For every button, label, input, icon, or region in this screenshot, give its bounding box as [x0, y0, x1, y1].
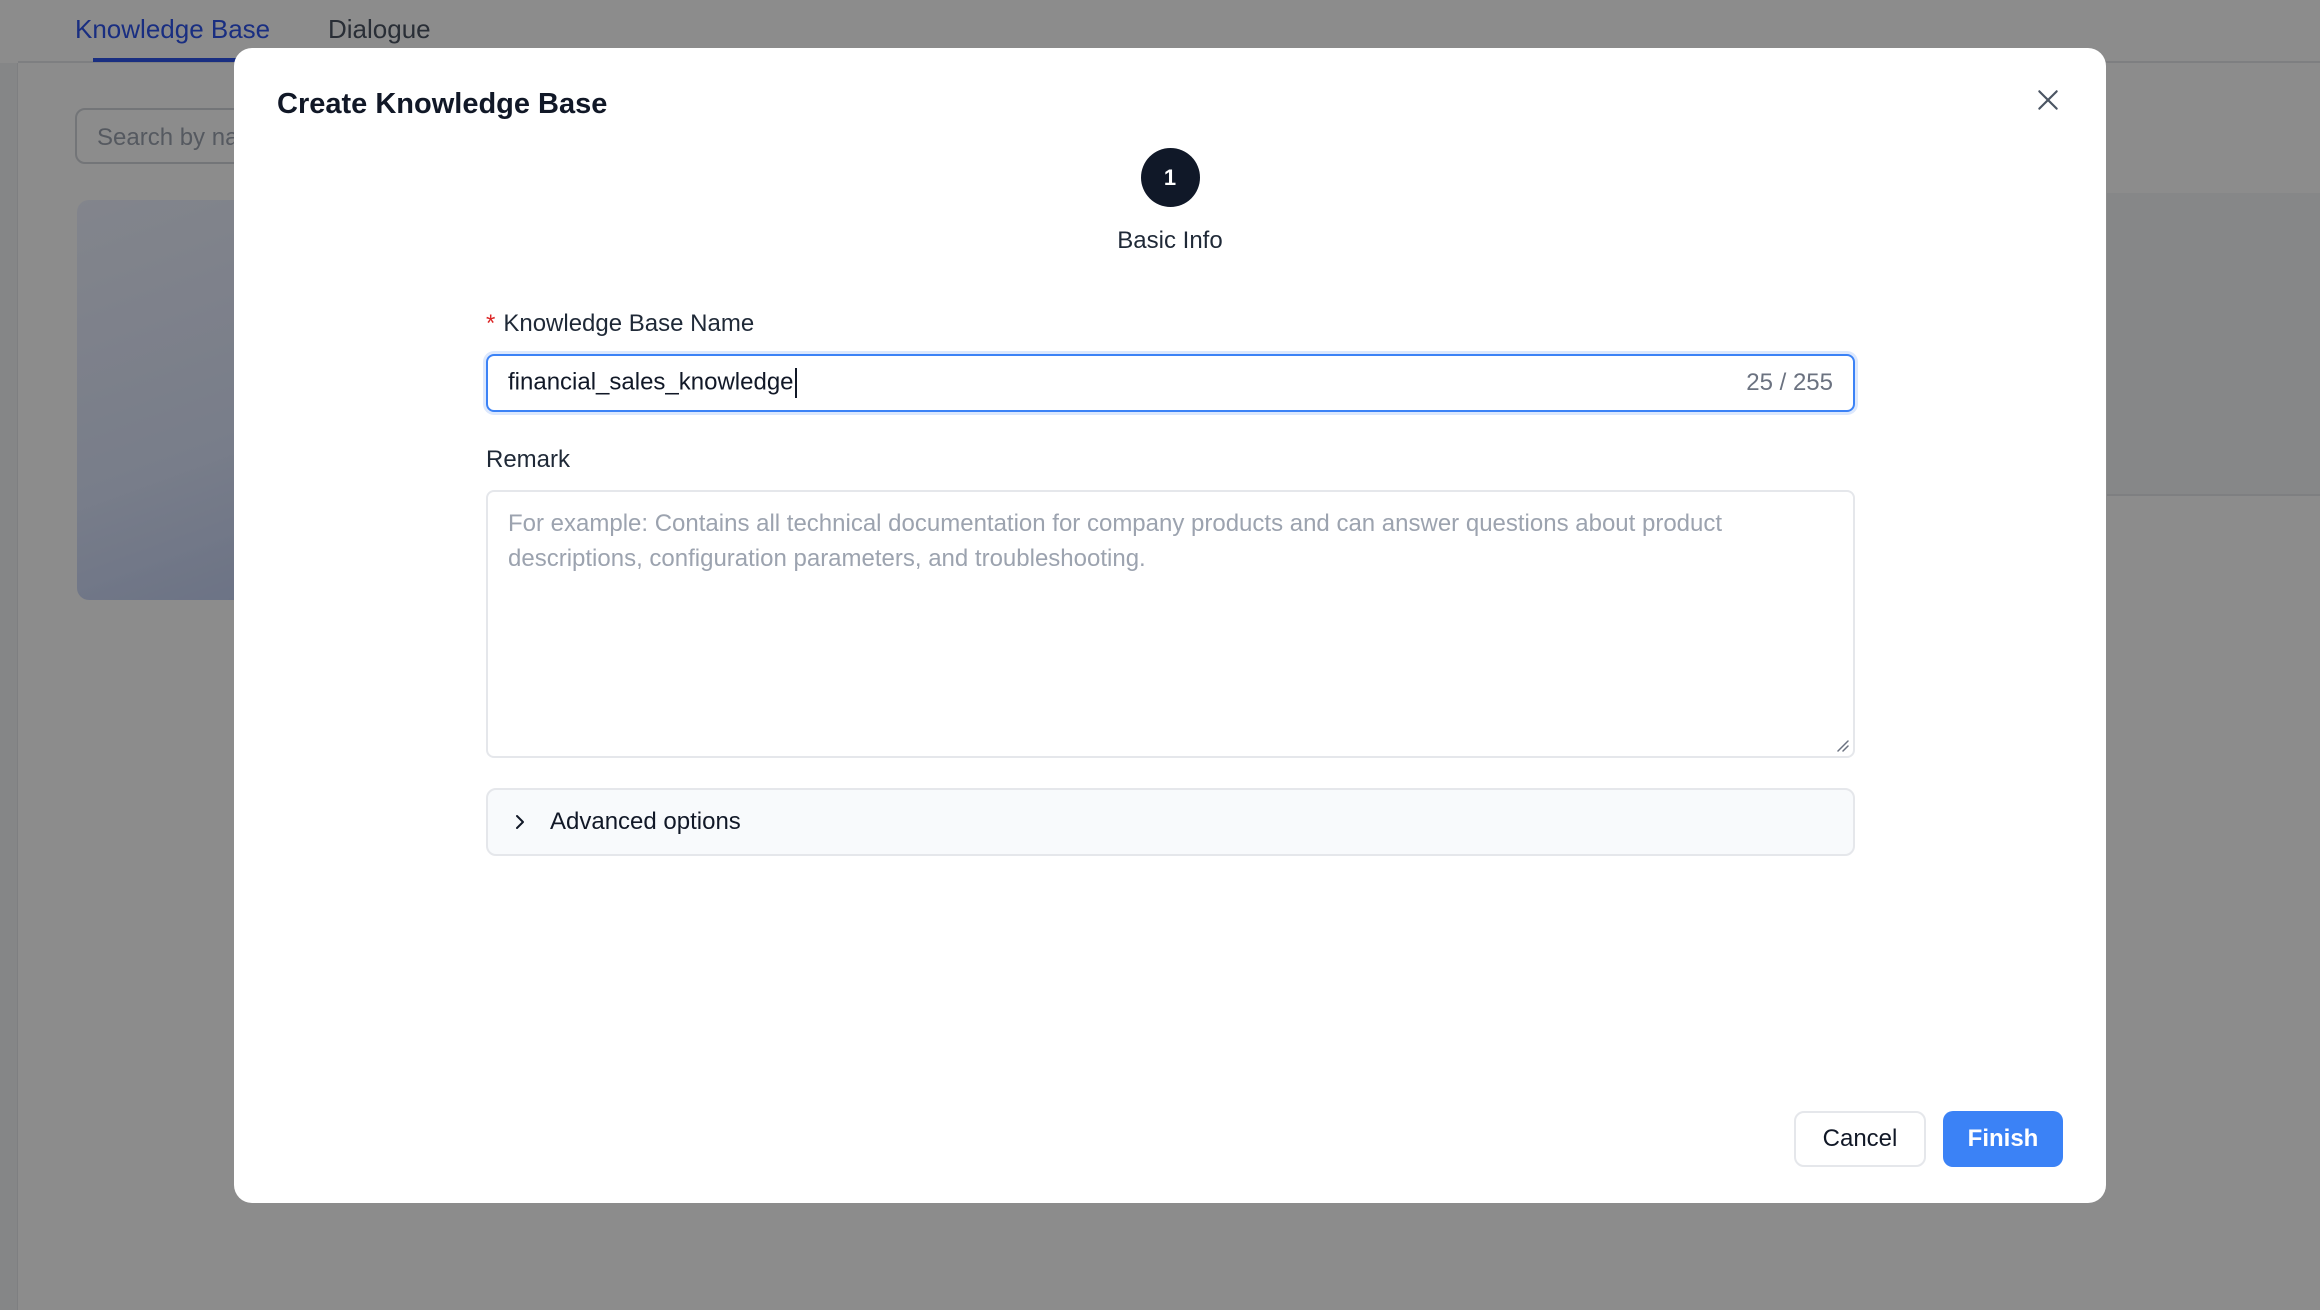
finish-button[interactable]: Finish — [1943, 1111, 2063, 1167]
remark-placeholder: For example: Contains all technical docu… — [508, 510, 1723, 572]
knowledge-base-name-label: * Knowledge Base Name — [486, 310, 754, 338]
step-label: Basic Info — [1117, 227, 1223, 254]
remark-label: Remark — [486, 446, 571, 473]
required-asterisk: * — [486, 310, 496, 337]
advanced-options-toggle[interactable]: Advanced options — [486, 788, 1855, 856]
create-knowledge-base-dialog: Create Knowledge Base 1 Basic Info * Know… — [234, 48, 2106, 1203]
chevron-right-icon — [510, 812, 530, 832]
close-icon — [2038, 90, 2058, 110]
text-caret — [794, 368, 797, 398]
step-number-badge: 1 — [1140, 148, 1200, 207]
resize-handle-icon[interactable] — [1835, 738, 1849, 752]
remark-textarea[interactable]: For example: Contains all technical docu… — [486, 490, 1855, 758]
advanced-options-label: Advanced options — [550, 808, 741, 835]
knowledge-base-name-input[interactable]: financial_sales_knowledge 25 / 255 — [486, 354, 1855, 412]
character-counter: 25 / 255 — [1746, 369, 1833, 396]
dialog-title: Create Knowledge Base — [277, 88, 608, 120]
name-input-value: financial_sales_knowledge — [508, 368, 794, 396]
knowledge-base-name-label-text: Knowledge Base Name — [503, 310, 755, 337]
cancel-button[interactable]: Cancel — [1794, 1111, 1926, 1167]
step-indicator: 1 Basic Info — [234, 148, 2106, 255]
name-input-value-wrap: financial_sales_knowledge — [508, 368, 1746, 398]
close-button[interactable] — [2028, 80, 2068, 120]
